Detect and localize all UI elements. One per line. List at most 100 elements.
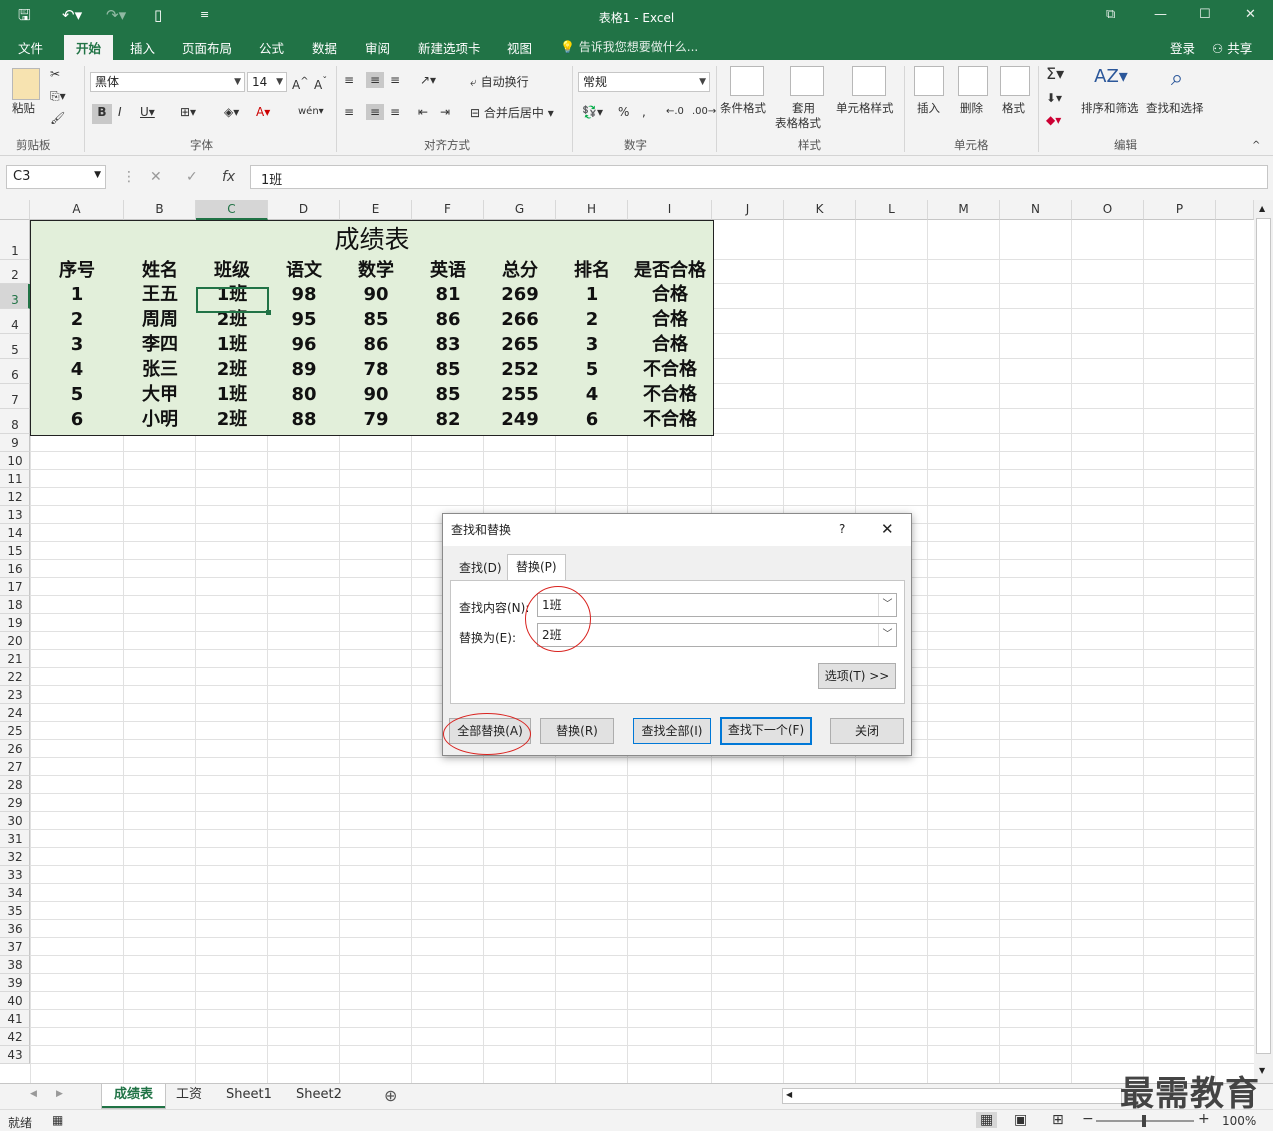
data-cell[interactable]: 2班: [196, 357, 268, 382]
clear-icon[interactable]: ◆▾: [1046, 112, 1061, 128]
header-cell[interactable]: 班级: [196, 258, 268, 283]
row-header[interactable]: 25: [0, 722, 30, 740]
fill-color-icon[interactable]: ◈▾: [224, 104, 239, 120]
row-header[interactable]: 36: [0, 920, 30, 938]
data-cell[interactable]: 张三: [124, 357, 196, 382]
column-header[interactable]: N: [1000, 200, 1072, 220]
formula-input[interactable]: 1班: [250, 165, 1268, 189]
border-icon[interactable]: ⊞▾: [180, 104, 196, 120]
row-header[interactable]: 7: [0, 384, 30, 409]
row-header[interactable]: 34: [0, 884, 30, 902]
row-header[interactable]: 43: [0, 1046, 30, 1064]
column-header[interactable]: A: [30, 200, 124, 220]
align-bottom-icon[interactable]: ≡: [390, 72, 400, 88]
page-break-view-icon[interactable]: ⊞: [1052, 1112, 1064, 1128]
merge-center-button[interactable]: ⊟ 合并后居中 ▾: [470, 105, 554, 121]
decrease-font-icon[interactable]: Aˇ: [314, 74, 327, 93]
row-header[interactable]: 38: [0, 956, 30, 974]
data-cell[interactable]: 90: [340, 382, 412, 407]
data-cell[interactable]: 王五: [124, 282, 196, 307]
data-cell[interactable]: 98: [268, 282, 340, 307]
data-cell[interactable]: 5: [556, 357, 628, 382]
align-top-icon[interactable]: ≡: [344, 72, 354, 88]
chevron-down-icon[interactable]: ﹀: [878, 624, 896, 646]
add-sheet-icon[interactable]: ⊕: [384, 1086, 397, 1105]
row-header[interactable]: 12: [0, 488, 30, 506]
column-header[interactable]: G: [484, 200, 556, 220]
row-header[interactable]: 22: [0, 668, 30, 686]
table-format-button[interactable]: 套用: [792, 100, 815, 116]
data-cell[interactable]: 1班: [196, 382, 268, 407]
font-name-select[interactable]: 黑体 ▼: [90, 72, 245, 92]
tab-data[interactable]: 数据: [312, 38, 337, 57]
data-cell[interactable]: 95: [268, 307, 340, 332]
row-header[interactable]: 13: [0, 506, 30, 524]
copy-icon[interactable]: ⎘▾: [50, 88, 66, 104]
insert-function-icon[interactable]: fx: [222, 169, 235, 185]
share-button[interactable]: ⚇ 共享: [1212, 38, 1252, 57]
cancel-icon[interactable]: ✕: [150, 169, 162, 185]
row-header[interactable]: 11: [0, 470, 30, 488]
data-cell[interactable]: 1班: [196, 332, 268, 357]
tab-review[interactable]: 审阅: [365, 38, 390, 57]
row-header[interactable]: 42: [0, 1028, 30, 1046]
insert-cells-button[interactable]: 插入: [917, 100, 940, 116]
header-cell[interactable]: 序号: [30, 258, 124, 283]
scroll-thumb[interactable]: [1256, 218, 1271, 1054]
data-cell[interactable]: 85: [412, 357, 484, 382]
active-cell[interactable]: [196, 287, 269, 313]
data-cell[interactable]: 5: [30, 382, 124, 407]
format-painter-icon[interactable]: 🖌: [50, 110, 65, 126]
options-button[interactable]: 选项(T) >>: [818, 663, 896, 689]
data-cell[interactable]: 1: [30, 282, 124, 307]
zoom-out-icon[interactable]: −: [1082, 1111, 1094, 1127]
login-link[interactable]: 登录: [1170, 38, 1195, 57]
column-header[interactable]: C: [196, 200, 268, 220]
row-header[interactable]: 35: [0, 902, 30, 920]
sheet-tab-sheet1[interactable]: Sheet1: [214, 1084, 284, 1108]
collapse-ribbon-icon[interactable]: ^: [1252, 138, 1260, 154]
column-header[interactable]: K: [784, 200, 856, 220]
conditional-format-icon[interactable]: [730, 66, 764, 96]
replace-with-input[interactable]: 2班 ﹀: [537, 623, 897, 647]
comma-icon[interactable]: ,: [642, 104, 646, 120]
bold-button[interactable]: B: [92, 104, 112, 124]
name-box[interactable]: C3 ▼: [6, 165, 106, 189]
row-header[interactable]: 10: [0, 452, 30, 470]
find-all-button[interactable]: 查找全部(I): [633, 718, 711, 744]
find-next-button[interactable]: 查找下一个(F): [720, 717, 812, 745]
row-header[interactable]: 1: [0, 220, 30, 260]
header-cell[interactable]: 姓名: [124, 258, 196, 283]
chevron-down-icon[interactable]: ﹀: [878, 594, 896, 616]
row-header[interactable]: 29: [0, 794, 30, 812]
sheet-tab-salary[interactable]: 工资: [164, 1084, 214, 1108]
ribbon-display-icon[interactable]: ⧉: [1106, 7, 1115, 22]
data-cell[interactable]: 4: [30, 357, 124, 382]
cell-style-icon[interactable]: [852, 66, 886, 96]
data-cell[interactable]: 85: [340, 307, 412, 332]
data-cell[interactable]: 合格: [628, 282, 712, 307]
data-cell[interactable]: 255: [484, 382, 556, 407]
header-cell[interactable]: 数学: [340, 258, 412, 283]
row-header[interactable]: 40: [0, 992, 30, 1010]
data-cell[interactable]: 3: [30, 332, 124, 357]
column-header[interactable]: F: [412, 200, 484, 220]
paste-button[interactable]: 粘贴: [12, 100, 35, 116]
enter-icon[interactable]: ✓: [186, 169, 198, 185]
row-header[interactable]: 26: [0, 740, 30, 758]
align-middle-icon[interactable]: ≡: [366, 72, 384, 88]
data-cell[interactable]: 89: [268, 357, 340, 382]
format-cells-icon[interactable]: [1000, 66, 1030, 96]
tab-page-layout[interactable]: 页面布局: [182, 38, 232, 57]
row-header[interactable]: 2: [0, 260, 30, 284]
maximize-icon[interactable]: ☐: [1199, 7, 1211, 22]
row-header[interactable]: 32: [0, 848, 30, 866]
cut-icon[interactable]: ✂: [50, 66, 60, 82]
data-cell[interactable]: 80: [268, 382, 340, 407]
zoom-level[interactable]: 100%: [1222, 1114, 1256, 1128]
phonetic-icon[interactable]: wén▾: [298, 104, 324, 120]
tab-home[interactable]: 开始: [64, 35, 114, 60]
data-cell[interactable]: 2: [30, 307, 124, 332]
zoom-slider-thumb[interactable]: [1142, 1115, 1146, 1127]
prev-sheet-icon[interactable]: ◀: [30, 1089, 37, 1099]
